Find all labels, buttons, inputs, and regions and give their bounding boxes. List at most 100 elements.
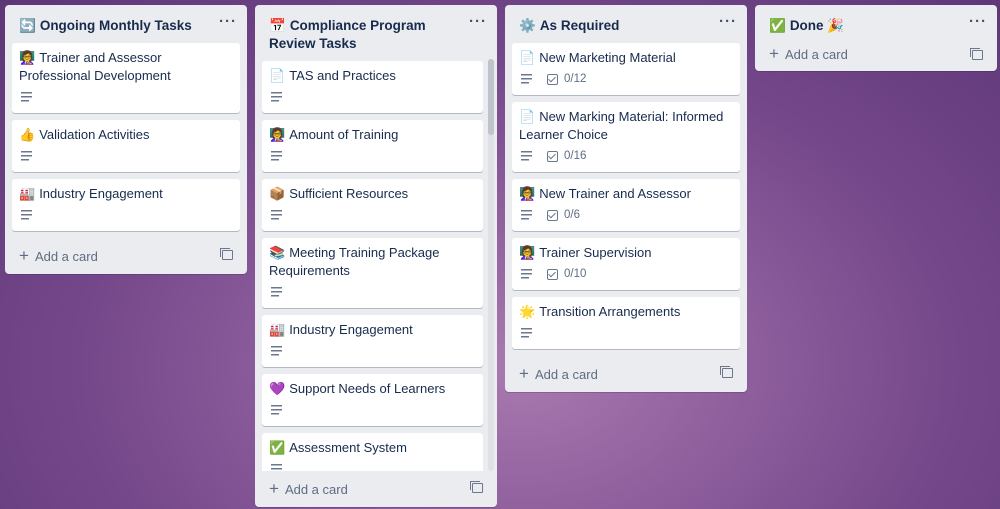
card-emoji: 👍 — [19, 127, 36, 142]
card-title: TAS and Practices — [289, 68, 396, 83]
description-icon — [521, 151, 533, 161]
list-title-text: As Required — [539, 18, 620, 33]
plus-icon: + — [19, 246, 29, 265]
card-title: Transition Arrangements — [539, 304, 681, 319]
checklist-count: 0/16 — [564, 150, 587, 162]
checklist-icon — [547, 268, 558, 280]
list-done: ✅ Done 🎉 ··· + Add a card — [755, 5, 997, 71]
plus-icon: + — [519, 364, 529, 383]
card-emoji: 👩‍🏫 — [519, 245, 536, 260]
card[interactable]: 📦 Sufficient Resources — [262, 179, 483, 231]
card[interactable]: 📄 New Marketing Material 0/12 — [512, 43, 740, 95]
list-title-text: Compliance Program Review Tasks — [269, 18, 426, 51]
card-title: Assessment System — [289, 440, 407, 455]
description-icon — [521, 269, 533, 279]
description-icon — [271, 405, 283, 415]
scrollbar-track[interactable] — [488, 59, 494, 471]
card[interactable]: 🏭 Industry Engagement — [12, 179, 240, 231]
list-emoji: 📅 — [269, 18, 286, 33]
card-emoji: 🏭 — [19, 186, 36, 201]
list-title[interactable]: ⚙️ As Required ··· — [505, 5, 747, 41]
card-template-icon[interactable] — [970, 48, 983, 60]
list-emoji: ⚙️ — [519, 18, 536, 33]
add-card-label: Add a card — [284, 481, 348, 497]
card[interactable]: ✅ Assessment System — [262, 433, 483, 471]
list-title-text: Done — [789, 18, 824, 33]
add-card-button[interactable]: + Add a card — [505, 356, 747, 392]
card-template-icon[interactable] — [720, 366, 733, 378]
more-menu-icon[interactable]: ··· — [969, 13, 987, 31]
card-emoji: 📄 — [519, 109, 536, 124]
list-title-text: Ongoing Monthly Tasks — [39, 18, 192, 33]
card[interactable]: 👩‍🏫 Amount of Training — [262, 120, 483, 172]
description-icon — [271, 151, 283, 161]
card-emoji: 📚 — [269, 245, 286, 260]
card-title: Industry Engagement — [39, 186, 163, 201]
more-menu-icon[interactable]: ··· — [469, 13, 487, 31]
checklist-count: 0/6 — [564, 209, 580, 221]
card[interactable]: 👍 Validation Activities — [12, 120, 240, 172]
description-icon — [521, 74, 533, 84]
card-title: New Marketing Material — [539, 50, 676, 65]
description-icon — [271, 464, 283, 471]
checklist-badge: 0/16 — [547, 147, 586, 165]
card-emoji: 👩‍🏫 — [19, 50, 36, 65]
description-icon — [521, 328, 533, 338]
card-emoji: 🏭 — [269, 322, 286, 337]
card[interactable]: 👩‍🏫 Trainer Supervision 0/10 — [512, 238, 740, 290]
list-title[interactable]: 🔄 Ongoing Monthly Tasks ··· — [5, 5, 247, 41]
card[interactable]: 📄 TAS and Practices — [262, 61, 483, 113]
card-emoji: 📦 — [269, 186, 286, 201]
more-menu-icon[interactable]: ··· — [219, 13, 237, 31]
description-icon — [21, 151, 33, 161]
scrollbar-thumb[interactable] — [488, 59, 494, 135]
card-emoji: 🌟 — [519, 304, 536, 319]
card[interactable]: 📄 New Marking Material: Informed Learner … — [512, 102, 740, 172]
more-menu-icon[interactable]: ··· — [719, 13, 737, 31]
plus-icon: + — [269, 479, 279, 498]
list-title[interactable]: 📅 Compliance Program Review Tasks ··· — [255, 5, 497, 59]
card-emoji: 👩‍🏫 — [269, 127, 286, 142]
card[interactable]: 💜 Support Needs of Learners — [262, 374, 483, 426]
description-icon — [21, 92, 33, 102]
card-emoji: ✅ — [269, 440, 286, 455]
list-emoji: ✅ — [769, 18, 786, 33]
list-title[interactable]: ✅ Done 🎉 ··· — [755, 5, 997, 41]
add-card-button[interactable]: + Add a card — [5, 238, 247, 274]
description-icon — [521, 210, 533, 220]
card[interactable]: 🌟 Transition Arrangements — [512, 297, 740, 349]
list-title-suffix: 🎉 — [827, 18, 845, 33]
description-icon — [271, 287, 283, 297]
card-title: Industry Engagement — [289, 322, 413, 337]
add-card-label: Add a card — [34, 248, 98, 264]
card-title: New Trainer and Assessor — [539, 186, 691, 201]
add-card-button[interactable]: + Add a card — [255, 471, 497, 507]
card-emoji: 📄 — [269, 68, 286, 83]
card[interactable]: 👩‍🏫 New Trainer and Assessor 0/6 — [512, 179, 740, 231]
checklist-badge: 0/10 — [547, 265, 586, 283]
card[interactable]: 🏭 Industry Engagement — [262, 315, 483, 367]
description-icon — [21, 210, 33, 220]
card[interactable]: 📚 Meeting Training Package Requirements — [262, 238, 483, 308]
card-title: Trainer and Assessor Professional Develo… — [19, 50, 171, 83]
card-list-scroll[interactable]: 📄 TAS and Practices 👩‍🏫 Amount of Training… — [255, 59, 497, 471]
card-title: Trainer Supervision — [539, 245, 652, 260]
list-as-required: ⚙️ As Required ··· 📄 New Marketing Materia… — [505, 5, 747, 392]
card-title: Meeting Training Package Requirements — [269, 245, 440, 278]
description-icon — [271, 92, 283, 102]
add-card-label: Add a card — [784, 46, 848, 62]
description-icon — [271, 210, 283, 220]
checklist-badge: 0/6 — [547, 206, 580, 224]
add-card-button[interactable]: + Add a card — [755, 41, 997, 71]
checklist-icon — [547, 73, 558, 85]
card-template-icon[interactable] — [470, 481, 483, 493]
card-emoji: 👩‍🏫 — [519, 186, 536, 201]
plus-icon: + — [769, 44, 779, 63]
checklist-badge: 0/12 — [547, 70, 586, 88]
card-title: New Marking Material: Informed Learner C… — [519, 109, 724, 142]
checklist-icon — [547, 209, 558, 221]
card-emoji: 📄 — [519, 50, 536, 65]
card-title: Validation Activities — [39, 127, 150, 142]
card-template-icon[interactable] — [220, 248, 233, 260]
card[interactable]: 👩‍🏫 Trainer and Assessor Professional Dev… — [12, 43, 240, 113]
